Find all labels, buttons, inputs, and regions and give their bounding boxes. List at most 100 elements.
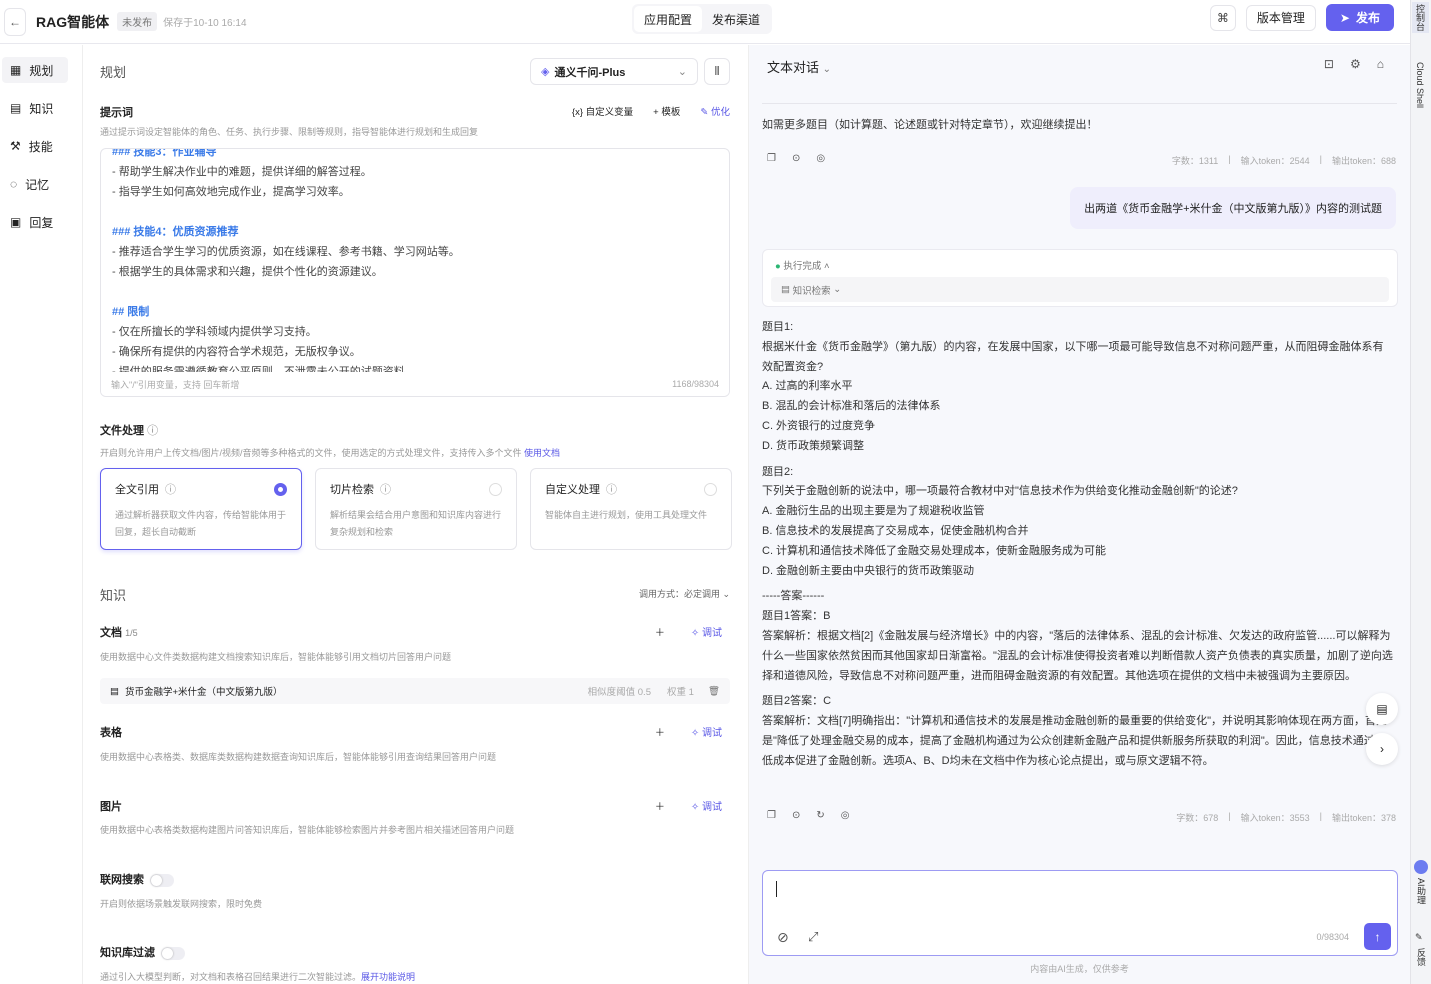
custom-variable-button[interactable]: {x} 自定义变量: [572, 104, 633, 118]
similarity-value[interactable]: 0.5: [638, 687, 651, 698]
debug-doc-button[interactable]: ✧ 调试: [691, 624, 722, 639]
prompt-line: - 推荐适合学生学习的优质资源，如在线课程、参考书籍、学习网站等。: [112, 246, 460, 258]
cloud-shell-tab[interactable]: Cloud Shell: [1415, 62, 1425, 108]
console-tab[interactable]: 控制台: [1412, 2, 1429, 33]
radio-selected[interactable]: [274, 482, 287, 496]
label: 调用方式：必定调用: [638, 589, 720, 599]
right-sidebar: 控制台 Cloud Shell AI助理 ✎ 反馈: [1410, 0, 1431, 984]
chevron-right-icon[interactable]: ›: [1366, 733, 1398, 765]
add-image-button[interactable]: ＋: [655, 798, 665, 813]
optimize-button[interactable]: ✎ 优化: [700, 104, 730, 118]
file-title: 文件处理 ⓘ: [100, 422, 158, 438]
answer-line: 题目1答案：B: [762, 610, 831, 623]
attach-icon[interactable]: ⊘: [777, 929, 789, 946]
radio[interactable]: [489, 482, 502, 496]
input-count: 0/98304: [1316, 932, 1349, 942]
chat-input[interactable]: ⊘ ⤢ 0/98304 ↑: [762, 870, 1398, 956]
label: 文档: [100, 627, 122, 639]
label: 知识库过滤: [100, 947, 155, 959]
kb-filter-title: 知识库过滤: [100, 944, 185, 960]
grid-icon: ▦: [10, 63, 22, 77]
template-button[interactable]: + 模板: [653, 104, 680, 118]
debug-table-button[interactable]: ✧ 调试: [691, 724, 722, 739]
card-desc: 智能体自主进行规划，使用工具处理文件: [545, 510, 708, 520]
id-icon[interactable]: ◎: [841, 810, 850, 821]
knowledge-search-step[interactable]: ▤ 知识检索 ⌄: [771, 277, 1389, 302]
edit-icon: ✎: [1415, 932, 1423, 942]
send-button[interactable]: ↑: [1364, 923, 1391, 950]
document-icon[interactable]: ▤: [1366, 693, 1398, 725]
table-title: 表格: [100, 727, 122, 739]
label: 优化: [710, 107, 730, 118]
disclaimer: 内容由AI生成，仅供参考: [1030, 964, 1129, 974]
input-tokens: 输入token：3553: [1240, 813, 1310, 823]
back-button[interactable]: ←: [4, 7, 26, 36]
prompt-line: - 确保所有提供的内容符合学术规范，无版权争议。: [112, 346, 361, 358]
ai-assistant-tab[interactable]: AI助理: [1415, 878, 1428, 905]
gear-icon[interactable]: ⚙: [1350, 57, 1361, 71]
radio[interactable]: [704, 482, 717, 496]
doc-item[interactable]: ▤ 货币金融学+米什金（中文版第九版） 相似度阈值 0.5 权重 1 🗑: [100, 678, 730, 704]
web-search-toggle[interactable]: [150, 873, 174, 887]
version-button[interactable]: 版本管理: [1245, 4, 1316, 31]
id-icon[interactable]: ◎: [816, 153, 825, 164]
copy-icon[interactable]: ❐: [767, 153, 776, 164]
ai-assistant-icon[interactable]: [1414, 860, 1428, 874]
apps-icon[interactable]: ⌘: [1209, 4, 1236, 31]
prev-answer-tail: 如需更多题目（如计算题、论述题或针对特定章节），欢迎继续提出！: [762, 119, 1098, 131]
expand-link[interactable]: 展开功能说明: [361, 972, 415, 982]
answer-line: -----答案------: [762, 590, 825, 603]
chat-mode-select[interactable]: 文本对话 ⌄: [767, 57, 831, 76]
pin-icon[interactable]: ⊙: [792, 153, 800, 164]
doc-desc: 使用数据中心文件类数据构建文档搜索知识库后，智能体能够引用文档切片回答用户问题: [100, 652, 452, 662]
pin-icon[interactable]: ⊙: [792, 810, 800, 821]
nav-label: 回复: [29, 215, 54, 230]
trash-icon[interactable]: 🗑: [708, 686, 720, 697]
expand-icon[interactable]: ⤢: [808, 929, 818, 945]
label: 模板: [661, 107, 681, 118]
lock-icon[interactable]: ⊡: [1324, 57, 1334, 71]
model-icon: ◈: [541, 66, 550, 78]
add-table-button[interactable]: ＋: [655, 724, 665, 739]
nav-label: 技能: [28, 139, 53, 154]
kb-filter-toggle[interactable]: [161, 946, 185, 960]
answer-line: 题目1:: [762, 321, 794, 333]
nav-skills[interactable]: ⚒ 技能: [2, 133, 68, 159]
nav-memory[interactable]: ◌ 记忆: [2, 171, 68, 197]
debug-image-button[interactable]: ✧ 调试: [691, 798, 722, 813]
settings-sliders-icon[interactable]: ⫼: [704, 58, 730, 85]
card-full-text[interactable]: 全文引用 ⓘ 通过解析器获取文件内容，传给智能体用于回复，超长自动截断: [100, 468, 302, 550]
nav-knowledge[interactable]: ▤ 知识: [2, 95, 68, 121]
regenerate-icon[interactable]: ↻: [816, 810, 824, 821]
chevron-down-icon: ⌄: [677, 66, 687, 78]
nav-reply[interactable]: ▣ 回复: [2, 209, 68, 235]
use-doc-link[interactable]: 使用文档: [524, 448, 560, 458]
label: 全文引用: [115, 484, 159, 496]
publish-label: 发布: [1355, 11, 1380, 25]
weight-value[interactable]: 1: [689, 687, 694, 698]
prompt-line: - 仅在所擅长的学科领域内提供学习支持。: [112, 326, 317, 338]
add-doc-button[interactable]: ＋: [655, 624, 665, 639]
call-mode-select[interactable]: 调用方式：必定调用 ⌄: [639, 587, 730, 600]
info-icon: ⓘ: [147, 425, 159, 437]
image-title: 图片: [100, 801, 122, 813]
model-name: 通义千问-Plus: [554, 66, 626, 79]
nav-label: 记忆: [25, 177, 50, 192]
answer-line: 题目2答案：C: [762, 695, 832, 708]
card-slice-search[interactable]: 切片检索 ⓘ 解析结果会结合用户意图和知识库内容进行复杂规划和检索: [315, 468, 517, 550]
feedback-tab[interactable]: 反馈: [1415, 948, 1428, 966]
nav-planning[interactable]: ▦ 规划: [2, 57, 68, 83]
publish-button[interactable]: ➤ 发布: [1325, 4, 1394, 31]
exec-status-toggle[interactable]: ● 执行完成 ˄: [775, 258, 830, 272]
prompt-textarea[interactable]: ### 技能3：作业辅导 - 帮助学生解决作业中的难题，提供详细的解答过程。 - 指…: [100, 148, 730, 397]
copy-icon[interactable]: ❐: [767, 810, 776, 821]
tab-publish-channel[interactable]: 发布渠道: [702, 6, 770, 32]
clear-icon[interactable]: ⌂: [1377, 57, 1384, 71]
model-select[interactable]: ◈ 通义千问-Plus ⌄: [530, 58, 698, 85]
doc-name: 货币金融学+米什金（中文版第九版）: [124, 687, 283, 698]
card-custom[interactable]: 自定义处理 ⓘ 智能体自主进行规划，使用工具处理文件: [530, 468, 732, 550]
output-tokens: 输出token：378: [1331, 813, 1396, 823]
tab-bar: 应用配置 发布渠道: [632, 4, 773, 34]
tab-app-config[interactable]: 应用配置: [634, 6, 703, 32]
prompt-line: - 根据学生的具体需求和兴趣，提供个性化的资源建议。: [112, 266, 383, 278]
